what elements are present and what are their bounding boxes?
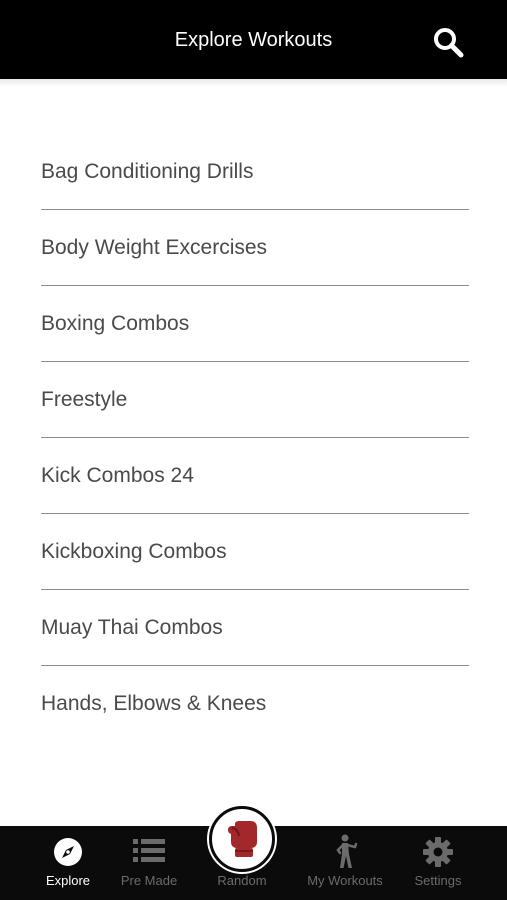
list-item[interactable]: Hands, Elbows & Knees xyxy=(41,666,469,742)
tab-pre-made[interactable]: Pre Made xyxy=(99,826,199,900)
random-button[interactable] xyxy=(209,806,275,872)
workout-list: Bag Conditioning Drills Body Weight Exce… xyxy=(41,134,469,742)
fighter-icon xyxy=(336,834,358,868)
compass-icon xyxy=(54,838,82,866)
search-icon[interactable] xyxy=(430,24,466,60)
list-item[interactable]: Body Weight Excercises xyxy=(41,210,469,286)
tab-label: Random xyxy=(217,873,267,888)
list-item[interactable]: Boxing Combos xyxy=(41,286,469,362)
tab-label: Settings xyxy=(414,873,462,888)
app-header: Explore Workouts xyxy=(0,0,507,79)
tab-label: Pre Made xyxy=(120,873,178,888)
list-item[interactable]: Muay Thai Combos xyxy=(41,590,469,666)
tab-settings[interactable]: Settings xyxy=(388,826,488,900)
list-item[interactable]: Freestyle xyxy=(41,362,469,438)
list-item[interactable]: Bag Conditioning Drills xyxy=(41,134,469,210)
list-item[interactable]: Kickboxing Combos xyxy=(41,514,469,590)
gear-icon xyxy=(423,837,453,867)
boxing-glove-icon xyxy=(228,821,257,857)
list-icon xyxy=(133,839,165,862)
tab-my-workouts[interactable]: My Workouts xyxy=(295,826,395,900)
tab-label: My Workouts xyxy=(307,873,383,888)
list-item[interactable]: Kick Combos 24 xyxy=(41,438,469,514)
header-shadow xyxy=(0,79,507,87)
